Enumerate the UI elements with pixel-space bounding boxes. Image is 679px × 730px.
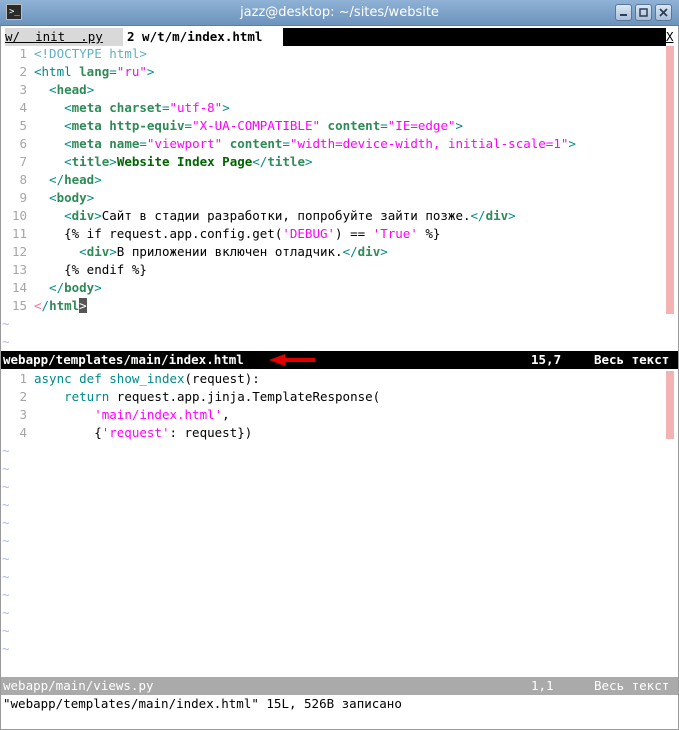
empty-line-marker: ~ [2, 605, 10, 620]
statusline-range: Весь текст [594, 352, 670, 367]
empty-line-marker: ~ [2, 443, 10, 458]
minimize-button[interactable] [615, 4, 632, 21]
vim-tabline: w/ init .py 2 w/t/m/index.html X [1, 28, 678, 46]
code-line: 3 <head> [19, 82, 95, 97]
code-line: 3 'main/index.html', [19, 407, 230, 422]
code-line: 5 <meta http-equiv="X-UA-COMPATIBLE" con… [19, 118, 464, 133]
empty-line-marker: ~ [2, 551, 10, 566]
code-line: 2 <html lang="ru"> [19, 64, 155, 79]
empty-line-marker: ~ [2, 641, 10, 656]
empty-line-marker: ~ [2, 569, 10, 584]
red-arrow-icon [269, 354, 315, 366]
empty-line-marker: ~ [2, 587, 10, 602]
active-statusline: webapp/templates/main/index.html 15,7 Ве… [1, 351, 678, 369]
scroll-indicator[interactable] [666, 371, 674, 439]
close-icon [659, 8, 668, 17]
code-line: 9 <body> [19, 190, 95, 205]
statusline-range: Весь текст [594, 678, 670, 693]
empty-line-marker: ~ [2, 316, 10, 331]
empty-line-marker: ~ [2, 515, 10, 530]
code-line: 7 <title>Website Index Page</title> [19, 154, 313, 169]
code-line: 13 {% endif %} [11, 262, 147, 277]
code-line: 2 return request.app.jinja.TemplateRespo… [19, 389, 381, 404]
tabline-fill [283, 28, 666, 46]
code-line: 4 <meta charset="utf-8"> [19, 100, 230, 115]
scroll-indicator[interactable] [666, 46, 674, 314]
maximize-icon [639, 8, 648, 17]
window-title: jazz@desktop: ~/sites/website [240, 5, 439, 20]
code-line: 15 </html> [11, 298, 87, 313]
code-line: 11 {% if request.app.config.get('DEBUG')… [11, 226, 441, 241]
empty-line-marker: ~ [2, 533, 10, 548]
code-line: 1 <!DOCTYPE html> [19, 46, 147, 61]
statusline-cursor-position: 15,7 [531, 352, 562, 367]
empty-line-marker: ~ [2, 461, 10, 476]
code-line: 10 <div>Сайт в стадии разработки, попроб… [11, 208, 516, 223]
tab-init-py[interactable]: w/ init .py [5, 28, 123, 46]
tab-index-html[interactable]: 2 w/t/m/index.html [127, 28, 283, 46]
maximize-button[interactable] [635, 4, 652, 21]
empty-line-marker: ~ [2, 334, 10, 349]
code-line: 12 <div>В приложении включен отладчик.</… [11, 244, 388, 259]
code-line: 1 async def show_index(request): [19, 371, 260, 386]
code-line: 6 <meta name="viewport" content="width=d… [19, 136, 576, 151]
empty-line-marker: ~ [2, 479, 10, 494]
minimize-icon [620, 14, 627, 16]
code-line: 14 </body> [11, 280, 102, 295]
code-line: 4 {'request': request}) [19, 425, 253, 440]
terminal-area[interactable]: w/ init .py 2 w/t/m/index.html X 1 <!DOCT… [0, 26, 679, 730]
code-line: 8 </head> [19, 172, 102, 187]
inactive-statusline: webapp/main/views.py 1,1 Весь текст [1, 677, 678, 695]
tab-close-button[interactable]: X [666, 28, 675, 46]
vim-command-line[interactable]: "webapp/templates/main/index.html" 15L, … [1, 695, 678, 713]
window-titlebar[interactable]: >_ jazz@desktop: ~/sites/website [0, 0, 679, 26]
statusline-cursor-position: 1,1 [531, 678, 554, 693]
empty-line-marker: ~ [2, 497, 10, 512]
close-button[interactable] [655, 4, 672, 21]
empty-line-marker: ~ [2, 623, 10, 638]
statusline-filename: webapp/main/views.py [3, 678, 154, 693]
statusline-filename: webapp/templates/main/index.html [3, 352, 244, 367]
